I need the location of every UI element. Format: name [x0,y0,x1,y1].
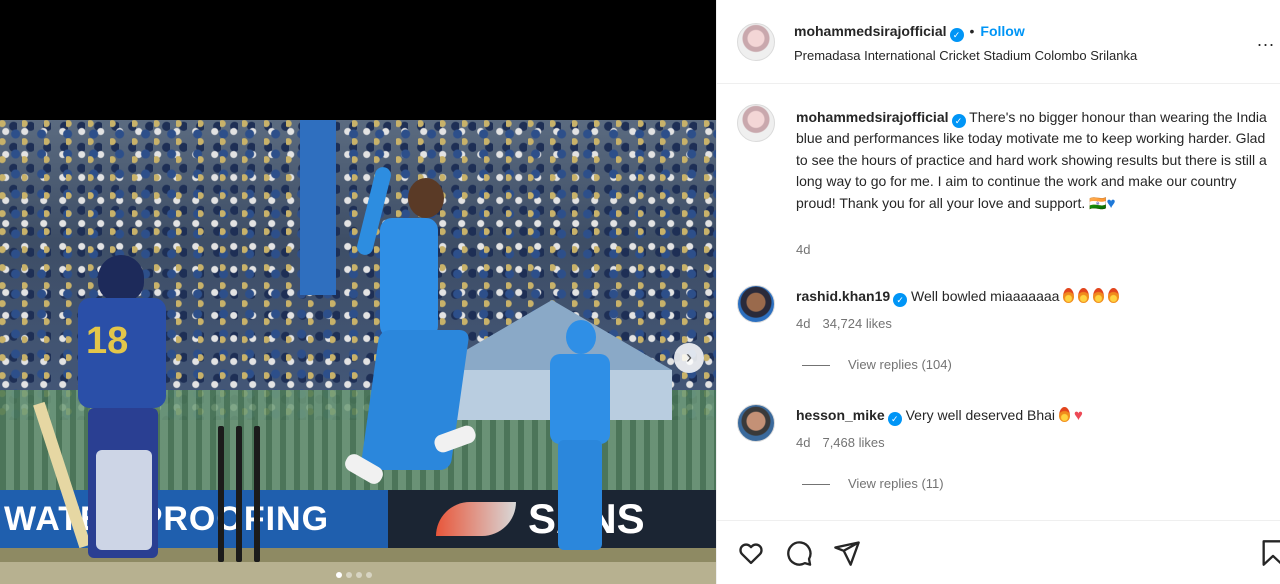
post-media: WATER PROOFING SANS 18 [0,0,716,584]
stadium-pillar [300,120,336,295]
fire-icon [1108,288,1120,303]
fire-icon [1059,407,1071,422]
fire-icon [1063,288,1075,303]
post-action-bar [717,520,1280,584]
jersey-number: 18 [86,320,129,362]
comment-meta: 4d 7,468 likes [796,435,885,450]
caption-username[interactable]: mohammedsirajofficial [796,109,949,125]
author-line: mohammedsirajofficial ✓ • Follow [794,23,1025,42]
comment-likes[interactable]: 34,724 likes [822,316,891,331]
post-location[interactable]: Premadasa International Cricket Stadium … [794,48,1137,63]
comment-body: hesson_mike ✓ Very well deserved Bhai ♥ [796,407,1083,426]
carousel-dot-active [336,572,342,578]
comment-body: rashid.khan19 ✓ Well bowled miaaaaaaa [796,288,1120,307]
bowler-celebrating [340,160,490,500]
bookmark-icon[interactable] [1259,539,1280,567]
commenter-avatar[interactable] [737,285,775,323]
comment-text: Well bowled miaaaaaaa [911,288,1060,304]
author-avatar[interactable] [737,23,775,61]
fire-icon [1093,288,1105,303]
post-side-panel: mohammedsirajofficial ✓ • Follow Premadasa … [716,0,1280,584]
commenter-avatar[interactable] [737,404,775,442]
stumps [216,426,262,562]
commenter-username[interactable]: rashid.khan19 [796,288,890,304]
carousel-next-button[interactable]: › [674,343,704,373]
bowler-jersey [380,218,438,338]
follow-button[interactable]: Follow [980,23,1024,39]
carousel-dots [336,572,372,578]
view-replies-button[interactable]: View replies (11) [802,476,944,491]
verified-badge-icon: ✓ [949,28,964,42]
caption-author-avatar[interactable] [737,104,775,142]
verified-badge-icon: ✓ [893,293,908,307]
comment-time[interactable]: 4d [796,316,810,331]
advertising-board-left: WATER PROOFING [0,490,388,548]
heart-outline-icon[interactable] [737,539,765,567]
post-photo: WATER PROOFING SANS 18 [0,120,716,584]
comment-time[interactable]: 4d [796,435,810,450]
comment-likes[interactable]: 7,468 likes [822,435,884,450]
separator-dot: • [969,23,975,39]
carousel-dot [346,572,352,578]
post-header: mohammedsirajofficial ✓ • Follow Premadasa … [717,0,1280,84]
fire-icon [1078,288,1090,303]
comment-bubble-icon[interactable] [785,539,813,567]
verified-badge-icon: ✓ [951,114,966,128]
blue-heart-icon: ♥ [1106,194,1116,212]
commenter-username[interactable]: hesson_mike [796,407,885,423]
bowler-head [408,178,444,218]
view-replies-button[interactable]: View replies (104) [802,357,952,372]
verified-badge-icon: ✓ [887,412,902,426]
comment-text: Very well deserved Bhai [905,407,1056,423]
sponsor-logo-swoosh [436,502,516,536]
fielder-figure [544,320,614,550]
fielder-legs [558,440,602,550]
carousel-dot [366,572,372,578]
batting-pads [96,450,152,550]
fielder-cap [566,320,596,354]
caption-timestamp[interactable]: 4d [796,242,810,257]
caption-text-block: mohammedsirajofficial ✓ There's no bigger… [796,107,1276,214]
carousel-dot [356,572,362,578]
fielder-jersey [550,354,610,444]
red-heart-icon: ♥ [1074,407,1083,424]
more-options-icon[interactable]: ... [1257,30,1275,51]
comment-meta: 4d 34,724 likes [796,316,892,331]
batter-figure: 18 [33,250,190,560]
author-username[interactable]: mohammedsirajofficial [794,23,947,39]
batter-helmet [98,255,144,301]
paper-plane-icon[interactable] [833,539,861,567]
